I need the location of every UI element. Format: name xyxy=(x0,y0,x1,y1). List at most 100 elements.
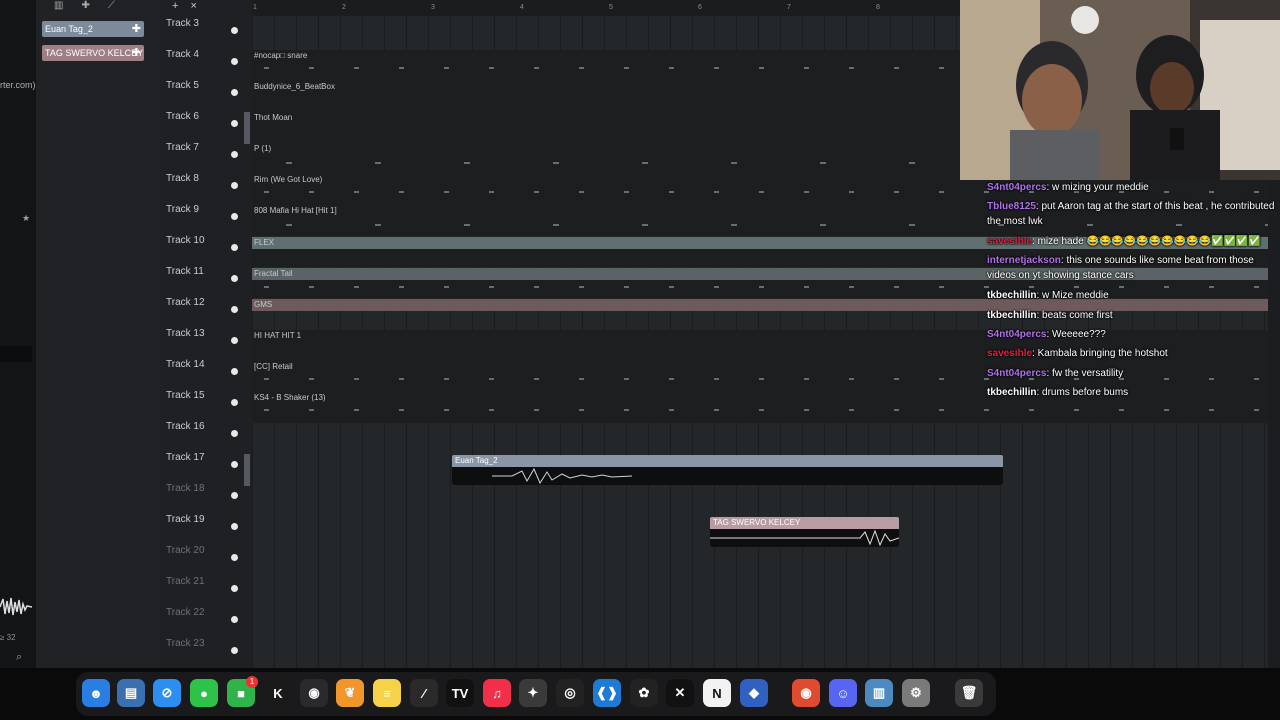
track-header[interactable]: Track 18 xyxy=(160,477,252,508)
track-mute-dot[interactable] xyxy=(231,554,238,561)
chat-message: tkbechillin: drums before bums xyxy=(987,385,1277,400)
chatgpt-icon[interactable]: ✿ xyxy=(630,679,658,707)
track-mute-dot[interactable] xyxy=(231,647,238,654)
chat-text: : beats come first xyxy=(1036,310,1113,321)
track-label: Track 7 xyxy=(166,142,199,153)
notion-icon[interactable]: N xyxy=(703,679,731,707)
music-icon[interactable]: ♫ xyxy=(483,679,511,707)
github-icon[interactable]: ◎ xyxy=(556,679,584,707)
track-header[interactable]: Track 3 xyxy=(160,12,252,43)
magnifier-icon[interactable]: ⌕ xyxy=(16,651,22,664)
track-header[interactable]: Track 23 xyxy=(160,632,252,663)
track-label: Track 20 xyxy=(166,545,205,556)
discord-icon[interactable]: ☺ xyxy=(829,679,857,707)
track-header[interactable]: Track 5 xyxy=(160,74,252,105)
chrome-icon[interactable]: ◉ xyxy=(792,679,820,707)
track-mute-dot[interactable] xyxy=(231,430,238,437)
plus-icon[interactable]: ✚ xyxy=(81,0,89,14)
chat-username: tkbechillin xyxy=(987,290,1037,301)
track-mute-dot[interactable] xyxy=(231,275,238,282)
chat-message: Tblue8125: put Aaron tag at the start of… xyxy=(987,199,1277,229)
track-mute-dot[interactable] xyxy=(231,244,238,251)
track-mute-dot[interactable] xyxy=(231,616,238,623)
track-header[interactable]: Track 9 xyxy=(160,198,252,229)
track-label: Track 17 xyxy=(166,452,205,463)
track-mute-dot[interactable] xyxy=(231,58,238,65)
messages-icon[interactable]: ● xyxy=(190,679,218,707)
davinci-resolve-icon[interactable]: ✦ xyxy=(519,679,547,707)
kick-icon[interactable]: K xyxy=(264,679,292,707)
zoom-label: ≥ 32 xyxy=(0,633,16,642)
system-settings-icon[interactable]: ⚙ xyxy=(902,679,930,707)
pattern-item-tag-swervo[interactable]: TAG SWERVO KELCEY ✚ xyxy=(42,45,144,61)
finder-icon[interactable]: ☻ xyxy=(82,679,110,707)
chat-username: savesihle xyxy=(987,236,1033,247)
safari-icon[interactable]: ⊘ xyxy=(153,679,181,707)
track-label: Track 13 xyxy=(166,328,205,339)
track-header[interactable]: Track 17 xyxy=(160,446,252,477)
track-header[interactable]: Track 7 xyxy=(160,136,252,167)
track-header[interactable]: Track 8 xyxy=(160,167,252,198)
track-mute-dot[interactable] xyxy=(231,151,238,158)
track-header[interactable]: Track 20 xyxy=(160,539,252,570)
chat-username: tkbechillin xyxy=(987,387,1037,398)
pattern-label: TAG SWERVO KELCEY xyxy=(45,48,144,58)
audio-clip-tag-swervo[interactable]: TAG SWERVO KELCEY xyxy=(710,517,899,547)
waveform xyxy=(710,529,899,547)
grid-icon[interactable]: ▥ xyxy=(54,0,63,14)
clip-label: TAG SWERVO KELCEY xyxy=(713,518,801,527)
track-header[interactable]: Track 15 xyxy=(160,384,252,415)
track-mute-dot[interactable] xyxy=(231,337,238,344)
tradingview-icon[interactable]: TV xyxy=(446,679,474,707)
obs-icon[interactable]: ◉ xyxy=(300,679,328,707)
pattern-plus-icon[interactable]: ✚ xyxy=(132,21,141,37)
track-header[interactable]: Track 6 xyxy=(160,105,252,136)
track-mute-dot[interactable] xyxy=(231,399,238,406)
track-header[interactable]: Track 19 xyxy=(160,508,252,539)
capcut-icon[interactable]: ✕ xyxy=(666,679,694,707)
track-header[interactable]: Track 16 xyxy=(160,415,252,446)
track-mute-dot[interactable] xyxy=(231,306,238,313)
track-mute-dot[interactable] xyxy=(231,120,238,127)
track-mute-dot[interactable] xyxy=(231,585,238,592)
left-window-edge: rter.com) ★ ≥ 32 ⌕ xyxy=(0,0,36,668)
track-header[interactable]: Track 11 xyxy=(160,260,252,291)
chat-overlay: S4nt04percs: w mizing your meddie Tblue8… xyxy=(966,180,1280,410)
fl-studio-icon[interactable]: ❦ xyxy=(336,679,364,707)
chat-username: S4nt04percs xyxy=(987,182,1047,193)
track-mute-dot[interactable] xyxy=(231,523,238,530)
track-header[interactable]: Track 22 xyxy=(160,601,252,632)
browser-toolbar: ▥ ✚ ⟋ xyxy=(36,0,160,14)
pencil-icon[interactable]: ⟋ xyxy=(108,0,115,14)
chat-message: tkbechillin: w Mize meddie xyxy=(987,288,1277,303)
pen-tool-icon[interactable]: ∕ xyxy=(410,679,438,707)
vscode-icon[interactable]: ❰❱ xyxy=(593,679,621,707)
track-header[interactable]: Track 12 xyxy=(160,291,252,322)
track-header[interactable]: Track 10 xyxy=(160,229,252,260)
track-header[interactable]: Track 21 xyxy=(160,570,252,601)
track-header[interactable]: Track 14 xyxy=(160,353,252,384)
audio-clip-euan-tag[interactable]: Euan Tag_2 xyxy=(452,455,1003,485)
chat-text: : w Mize meddie xyxy=(1036,290,1109,301)
pattern-plus-icon[interactable]: ✚ xyxy=(132,45,141,61)
chat-message: savesihle: mize hade 😂😂😂😂😂😂😂😂😂😂✅✅✅✅ xyxy=(987,234,1277,249)
track-mute-dot[interactable] xyxy=(231,89,238,96)
notes-icon[interactable]: ≡ xyxy=(373,679,401,707)
track-mute-dot[interactable] xyxy=(231,213,238,220)
trash-icon[interactable]: 🗑 xyxy=(955,679,983,707)
track-label: Track 19 xyxy=(166,514,205,525)
pattern-item-euan-tag[interactable]: Euan Tag_2 ✚ xyxy=(42,21,144,37)
track-mute-dot[interactable] xyxy=(231,492,238,499)
files-icon[interactable]: ▤ xyxy=(117,679,145,707)
star-icon[interactable]: ★ xyxy=(22,213,30,224)
track-mute-dot[interactable] xyxy=(231,461,238,468)
track-header[interactable]: Track 4 xyxy=(160,43,252,74)
soundboard-icon[interactable]: ▥ xyxy=(865,679,893,707)
track-mute-dot[interactable] xyxy=(231,182,238,189)
track-mute-dot[interactable] xyxy=(231,368,238,375)
track-mute-dot[interactable] xyxy=(231,27,238,34)
track-label: Track 15 xyxy=(166,390,205,401)
track-header[interactable]: Track 13 xyxy=(160,322,252,353)
roblox-icon[interactable]: ◆ xyxy=(740,679,768,707)
chat-username: Tblue8125 xyxy=(987,201,1036,212)
